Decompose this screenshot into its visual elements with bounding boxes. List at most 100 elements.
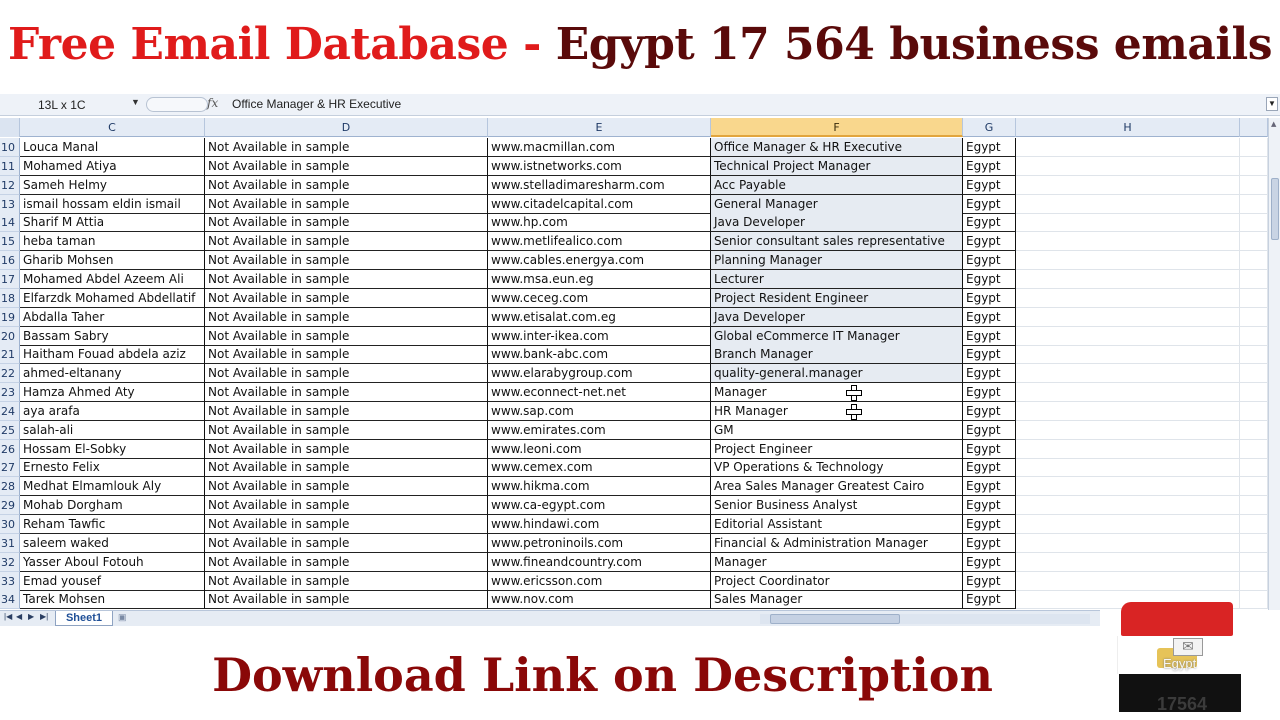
row-number[interactable]: 18 xyxy=(0,288,20,308)
cell-website[interactable]: www.msa.eun.eg xyxy=(488,269,711,289)
column-header-d[interactable]: D xyxy=(205,118,488,137)
cell-job-title[interactable]: Project Engineer xyxy=(711,439,963,459)
row-number[interactable]: 16 xyxy=(0,251,20,271)
insert-sheet-icon[interactable]: ▣ xyxy=(118,612,138,625)
cell-empty[interactable] xyxy=(1240,571,1268,591)
cell-email[interactable]: Not Available in sample xyxy=(205,194,488,214)
cell-empty[interactable] xyxy=(1016,326,1240,346)
cell-job-title[interactable]: Java Developer xyxy=(711,307,963,327)
cell-country[interactable]: Egypt xyxy=(963,590,1016,610)
cell-empty[interactable] xyxy=(1016,194,1240,214)
prev-sheet-icon[interactable]: ◀ xyxy=(16,612,22,621)
horizontal-scroll-thumb[interactable] xyxy=(770,614,900,624)
cell-name[interactable]: Gharib Mohsen xyxy=(20,251,205,271)
cell-website[interactable]: www.ca-egypt.com xyxy=(488,496,711,516)
column-header-e[interactable]: E xyxy=(488,118,711,137)
cell-empty[interactable] xyxy=(1240,496,1268,516)
cell-empty[interactable] xyxy=(1240,156,1268,176)
cell-country[interactable]: Egypt xyxy=(963,533,1016,553)
cell-job-title[interactable]: Manager xyxy=(711,552,963,572)
column-header-h[interactable]: H xyxy=(1016,118,1240,137)
row-number[interactable]: 31 xyxy=(0,533,20,553)
column-header-partial[interactable] xyxy=(1240,118,1268,137)
cell-job-title[interactable]: Technical Project Manager xyxy=(711,156,963,176)
cell-website[interactable]: www.macmillan.com xyxy=(488,138,711,157)
sheet-tab-sheet1[interactable]: Sheet1 xyxy=(55,611,113,626)
cell-empty[interactable] xyxy=(1016,496,1240,516)
cell-job-title[interactable]: Area Sales Manager Greatest Cairo xyxy=(711,477,963,497)
cell-empty[interactable] xyxy=(1016,232,1240,252)
cell-empty[interactable] xyxy=(1240,326,1268,346)
cell-empty[interactable] xyxy=(1240,458,1268,478)
cell-job-title[interactable]: General Manager xyxy=(711,194,963,214)
cell-country[interactable]: Egypt xyxy=(963,552,1016,572)
cell-email[interactable]: Not Available in sample xyxy=(205,345,488,365)
cell-empty[interactable] xyxy=(1016,138,1240,157)
cell-name[interactable]: Louca Manal xyxy=(20,138,205,157)
cell-empty[interactable] xyxy=(1016,307,1240,327)
cell-empty[interactable] xyxy=(1016,420,1240,440)
cell-website[interactable]: www.nov.com xyxy=(488,590,711,610)
cell-empty[interactable] xyxy=(1240,269,1268,289)
cell-name[interactable]: saleem waked xyxy=(20,533,205,553)
cell-empty[interactable] xyxy=(1240,383,1268,403)
cell-name[interactable]: Abdalla Taher xyxy=(20,307,205,327)
cell-website[interactable]: www.cables.energya.com xyxy=(488,251,711,271)
insert-function-icon[interactable]: fx xyxy=(207,96,218,110)
cell-empty[interactable] xyxy=(1240,439,1268,459)
cell-empty[interactable] xyxy=(1240,590,1268,610)
cell-empty[interactable] xyxy=(1016,288,1240,308)
column-header-f[interactable]: F xyxy=(711,118,963,137)
cell-country[interactable]: Egypt xyxy=(963,269,1016,289)
cell-empty[interactable] xyxy=(1016,345,1240,365)
cell-empty[interactable] xyxy=(1240,345,1268,365)
cell-empty[interactable] xyxy=(1016,156,1240,176)
cell-name[interactable]: aya arafa xyxy=(20,401,205,421)
formula-zoom-control[interactable] xyxy=(146,97,208,112)
cell-website[interactable]: www.citadelcapital.com xyxy=(488,194,711,214)
cell-name[interactable]: Mohab Dorgham xyxy=(20,496,205,516)
cell-email[interactable]: Not Available in sample xyxy=(205,477,488,497)
row-number[interactable]: 30 xyxy=(0,515,20,534)
row-number[interactable]: 12 xyxy=(0,175,20,195)
cell-empty[interactable] xyxy=(1016,477,1240,497)
cell-name[interactable]: Mohamed Abdel Azeem Ali xyxy=(20,269,205,289)
cell-empty[interactable] xyxy=(1016,458,1240,478)
cell-country[interactable]: Egypt xyxy=(963,194,1016,214)
cell-email[interactable]: Not Available in sample xyxy=(205,590,488,610)
row-number[interactable]: 17 xyxy=(0,269,20,289)
cell-email[interactable]: Not Available in sample xyxy=(205,401,488,421)
cell-website[interactable]: www.ceceg.com xyxy=(488,288,711,308)
cell-website[interactable]: www.emirates.com xyxy=(488,420,711,440)
cell-empty[interactable] xyxy=(1240,552,1268,572)
cell-website[interactable]: www.istnetworks.com xyxy=(488,156,711,176)
cell-job-title[interactable]: Java Developer xyxy=(711,213,963,233)
cell-job-title[interactable]: VP Operations & Technology xyxy=(711,458,963,478)
cell-name[interactable]: Hamza Ahmed Aty xyxy=(20,383,205,403)
row-number[interactable]: 15 xyxy=(0,232,20,252)
cell-job-title[interactable]: Manager xyxy=(711,383,963,403)
cell-empty[interactable] xyxy=(1016,175,1240,195)
cell-website[interactable]: www.inter-ikea.com xyxy=(488,326,711,346)
cell-country[interactable]: Egypt xyxy=(963,383,1016,403)
cell-job-title[interactable]: quality-general.manager xyxy=(711,364,963,384)
cell-website[interactable]: www.petroninoils.com xyxy=(488,533,711,553)
cell-name[interactable]: heba taman xyxy=(20,232,205,252)
row-number[interactable]: 34 xyxy=(0,590,20,610)
cell-empty[interactable] xyxy=(1016,571,1240,591)
cell-country[interactable]: Egypt xyxy=(963,213,1016,233)
formula-input[interactable]: Office Manager & HR Executive xyxy=(232,97,401,111)
cell-country[interactable]: Egypt xyxy=(963,515,1016,534)
cell-name[interactable]: Reham Tawfic xyxy=(20,515,205,534)
cell-website[interactable]: www.econnect-net.net xyxy=(488,383,711,403)
spreadsheet-grid[interactable]: C D E F G H 10 Louca Manal Not Available i… xyxy=(0,118,1268,610)
cell-name[interactable]: Yasser Aboul Fotouh xyxy=(20,552,205,572)
cell-email[interactable]: Not Available in sample xyxy=(205,138,488,157)
cell-website[interactable]: www.ericsson.com xyxy=(488,571,711,591)
cell-name[interactable]: Emad yousef xyxy=(20,571,205,591)
cell-email[interactable]: Not Available in sample xyxy=(205,533,488,553)
cell-job-title[interactable]: Senior consultant sales representative xyxy=(711,232,963,252)
cell-website[interactable]: www.fineandcountry.com xyxy=(488,552,711,572)
cell-name[interactable]: Bassam Sabry xyxy=(20,326,205,346)
cell-job-title[interactable]: Acc Payable xyxy=(711,175,963,195)
